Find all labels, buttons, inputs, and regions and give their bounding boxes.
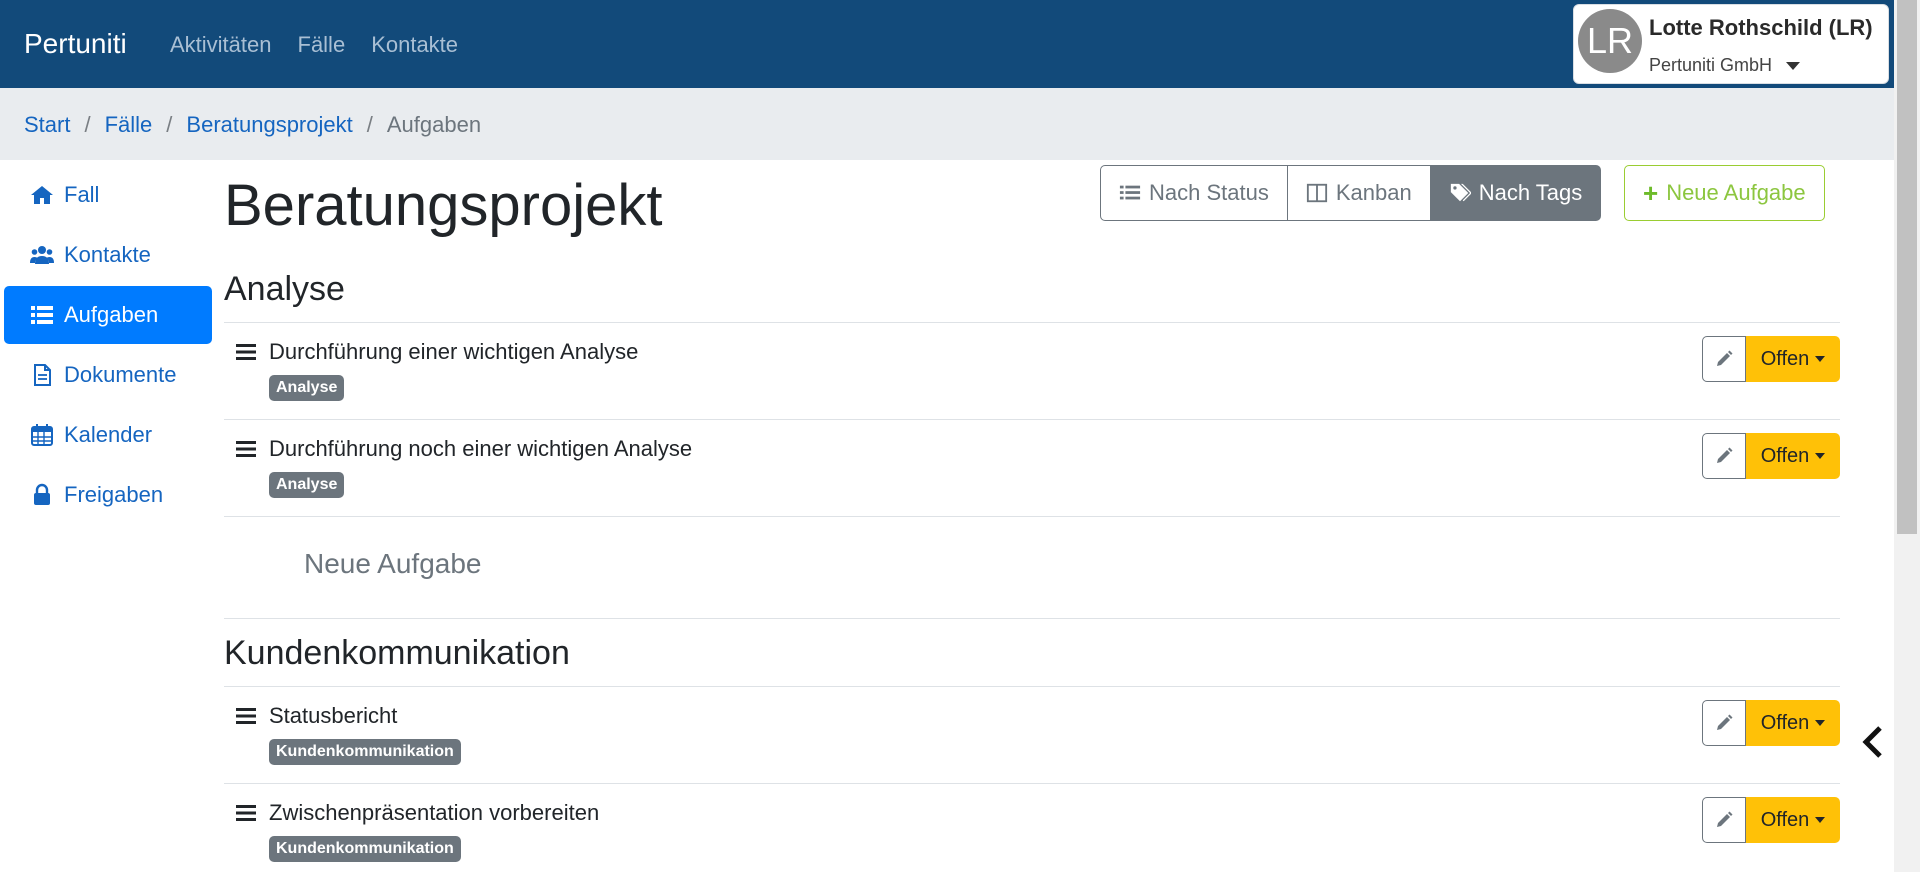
task-title[interactable]: Zwischenpräsentation vorbereiten	[269, 800, 599, 826]
new-task-button-label: Neue Aufgabe	[1666, 180, 1806, 205]
scrollbar-thumb[interactable]	[1897, 0, 1917, 534]
list-icon	[1119, 185, 1141, 200]
edit-task-button[interactable]	[1702, 797, 1746, 843]
sidebar-item-label: Aufgaben	[64, 302, 159, 327]
main-nav: Aktivitäten Fälle Kontakte	[170, 32, 458, 58]
sidebar-item-label: Kontakte	[64, 242, 151, 267]
brand-logo[interactable]: Pertuniti	[24, 28, 127, 60]
drag-handle-icon[interactable]	[236, 707, 256, 725]
pencil-icon	[1717, 350, 1733, 366]
edit-task-button[interactable]	[1702, 700, 1746, 746]
list-icon	[31, 306, 53, 324]
view-button-label: Nach Tags	[1478, 180, 1583, 205]
sidebar-item-label: Kalender	[64, 422, 153, 447]
user-menu[interactable]: LR Lotte Rothschild (LR) Pertuniti GmbH	[1573, 4, 1889, 84]
divider	[224, 618, 1840, 619]
sidebar-item-freigaben[interactable]: Freigaben	[4, 466, 212, 524]
sidebar-item-label: Dokumente	[64, 362, 177, 387]
new-task-input[interactable]: Neue Aufgabe	[304, 548, 482, 580]
sidebar-item-aufgaben[interactable]: Aufgaben	[4, 286, 212, 344]
drag-handle-icon[interactable]	[236, 343, 256, 361]
task-tag: Analyse	[269, 375, 345, 401]
breadcrumb-current: Aufgaben	[386, 112, 482, 137]
plus-icon: +	[1643, 177, 1659, 208]
task-row[interactable]: Durchführung noch einer wichtigen Analys…	[224, 420, 1840, 516]
chevron-down-icon	[1815, 356, 1826, 362]
breadcrumb-start[interactable]: Start	[24, 112, 70, 138]
chevron-down-icon	[1815, 817, 1826, 823]
nav-link-aktivitaeten[interactable]: Aktivitäten	[170, 32, 272, 58]
view-button-label: Kanban	[1335, 180, 1412, 205]
lock-icon	[34, 483, 50, 505]
drag-handle-icon[interactable]	[236, 804, 256, 822]
home-icon	[31, 186, 53, 204]
users-icon	[30, 246, 54, 264]
status-label: Offen	[1760, 711, 1810, 734]
user-name: Lotte Rothschild (LR)	[1649, 15, 1873, 40]
breadcrumb-separator: /	[84, 112, 91, 137]
document-icon	[34, 364, 51, 386]
status-dropdown[interactable]: Offen	[1746, 336, 1840, 382]
breadcrumb-faelle[interactable]: Fälle	[105, 112, 153, 138]
avatar: LR	[1578, 9, 1642, 73]
divider	[224, 516, 1840, 517]
tags-icon	[1450, 183, 1471, 202]
breadcrumb-beratungsprojekt[interactable]: Beratungsprojekt	[186, 112, 352, 138]
status-label: Offen	[1760, 808, 1810, 831]
pencil-icon	[1717, 811, 1733, 827]
edit-task-button[interactable]	[1702, 433, 1746, 479]
edit-task-button[interactable]	[1702, 336, 1746, 382]
user-organization: Pertuniti GmbH	[1649, 55, 1801, 76]
page-title: Beratungsprojekt	[224, 173, 663, 238]
top-navbar: Pertuniti Aktivitäten Fälle Kontakte LR …	[0, 0, 1894, 88]
user-organization-label: Pertuniti GmbH	[1649, 55, 1773, 75]
breadcrumb: Start / Fälle / Beratungsprojekt / Aufga…	[24, 112, 481, 138]
task-tag: Kundenkommunikation	[269, 739, 461, 765]
view-button-nach-status[interactable]: Nach Status	[1100, 165, 1288, 221]
chevron-down-icon	[1815, 720, 1826, 726]
task-row[interactable]: Zwischenpräsentation vorbereiten Kundenk…	[224, 784, 1840, 872]
task-title[interactable]: Durchführung noch einer wichtigen Analys…	[269, 436, 692, 462]
task-tag: Analyse	[269, 472, 345, 498]
columns-icon	[1306, 183, 1327, 203]
section-title-analyse: Analyse	[224, 270, 345, 308]
pencil-icon	[1717, 447, 1733, 463]
sidebar-item-fall[interactable]: Fall	[4, 166, 212, 224]
sidebar-item-kalender[interactable]: Kalender	[4, 406, 212, 464]
drag-handle-icon[interactable]	[236, 440, 256, 458]
task-tag: Kundenkommunikation	[269, 836, 461, 862]
new-task-button[interactable]: + Neue Aufgabe	[1624, 165, 1825, 221]
sidebar-item-kontakte[interactable]: Kontakte	[4, 226, 212, 284]
status-label: Offen	[1760, 444, 1810, 467]
task-row[interactable]: Durchführung einer wichtigen Analyse Ana…	[224, 323, 1840, 419]
calendar-icon	[31, 424, 53, 446]
breadcrumb-bar: Start / Fälle / Beratungsprojekt / Aufga…	[0, 88, 1894, 160]
status-label: Offen	[1760, 347, 1810, 370]
section-title-kundenkommunikation: Kundenkommunikation	[224, 634, 570, 672]
sidebar-item-label: Freigaben	[64, 482, 164, 507]
status-dropdown[interactable]: Offen	[1746, 700, 1840, 746]
chevron-down-icon	[1815, 453, 1826, 459]
sidebar: Fall Kontakte Aufgaben Dokumente Kalende…	[4, 166, 212, 526]
task-row[interactable]: Statusbericht Kundenkommunikation Offen	[224, 687, 1840, 783]
sidebar-item-label: Fall	[64, 182, 100, 207]
sidebar-item-dokumente[interactable]: Dokumente	[4, 346, 212, 404]
view-button-label: Nach Status	[1149, 180, 1269, 205]
breadcrumb-separator: /	[366, 112, 373, 137]
chevron-left-icon[interactable]	[1858, 724, 1888, 760]
chevron-down-icon	[1786, 62, 1801, 71]
scrollbar[interactable]	[1894, 0, 1920, 872]
task-title[interactable]: Durchführung einer wichtigen Analyse	[269, 339, 638, 365]
nav-link-kontakte[interactable]: Kontakte	[371, 32, 458, 58]
pencil-icon	[1717, 714, 1733, 730]
task-title[interactable]: Statusbericht	[269, 703, 397, 729]
view-button-nach-tags[interactable]: Nach Tags	[1430, 165, 1602, 221]
status-dropdown[interactable]: Offen	[1746, 797, 1840, 843]
view-switcher: Nach Status Kanban Nach Tags	[1100, 165, 1602, 221]
view-button-kanban[interactable]: Kanban	[1287, 165, 1431, 221]
nav-link-faelle[interactable]: Fälle	[298, 32, 346, 58]
status-dropdown[interactable]: Offen	[1746, 433, 1840, 479]
breadcrumb-separator: /	[166, 112, 173, 137]
